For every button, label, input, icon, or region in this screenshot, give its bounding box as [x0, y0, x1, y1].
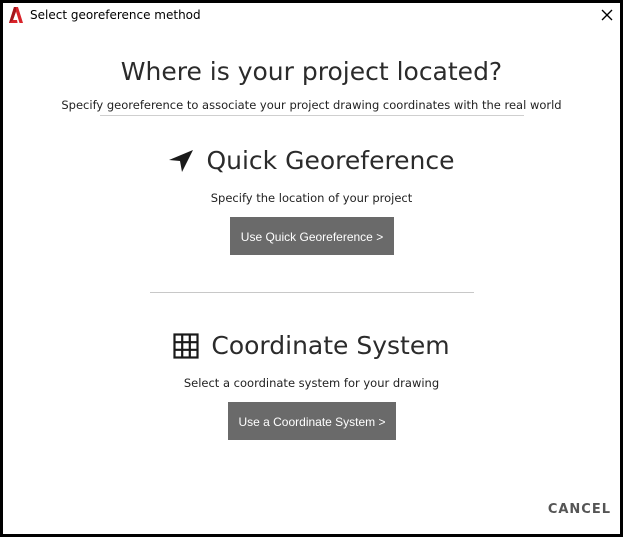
close-icon — [601, 6, 613, 25]
grid-icon — [173, 333, 199, 359]
quick-georeference-description: Specify the location of your project — [210, 191, 413, 205]
page-title: Where is your project located? — [120, 57, 503, 86]
section-divider — [150, 292, 474, 293]
coordinate-system-title: Coordinate System — [211, 331, 450, 360]
close-button[interactable] — [596, 4, 618, 26]
subtitle-underline — [100, 115, 524, 116]
quick-georeference-title: Quick Georeference — [206, 146, 455, 175]
georeference-dialog: Select georeference method Where is your… — [0, 0, 623, 537]
navigation-arrow-icon — [168, 149, 194, 173]
autocad-a-icon — [9, 7, 23, 23]
window-title: Select georeference method — [30, 8, 201, 22]
page-subtitle: Specify georeference to associate your p… — [61, 98, 562, 112]
quick-georeference-heading: Quick Georeference — [3, 144, 620, 178]
title-bar: Select georeference method — [3, 3, 620, 27]
use-coordinate-system-button[interactable]: Use a Coordinate System > — [228, 402, 396, 440]
use-quick-georeference-button[interactable]: Use Quick Georeference > — [230, 217, 394, 255]
coordinate-system-heading: Coordinate System — [3, 329, 620, 363]
coordinate-system-description: Select a coordinate system for your draw… — [183, 376, 440, 390]
cancel-button[interactable]: CANCEL — [548, 501, 611, 519]
